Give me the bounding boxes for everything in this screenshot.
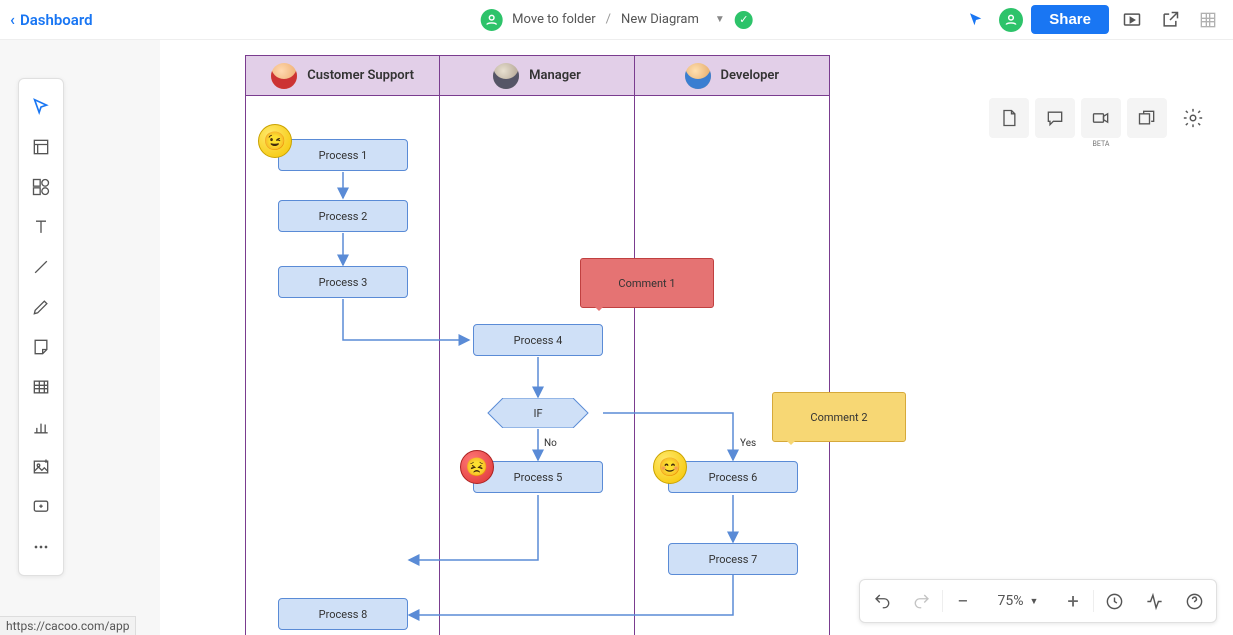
- image-tool[interactable]: [22, 448, 60, 486]
- persona-support-icon: [271, 63, 297, 89]
- decision-if-node[interactable]: IF: [473, 398, 603, 428]
- present-icon[interactable]: [1117, 5, 1147, 35]
- table-tool[interactable]: [22, 368, 60, 406]
- smile-emoji-icon[interactable]: 😊: [653, 450, 687, 484]
- process-4-node[interactable]: Process 4: [473, 324, 603, 356]
- diagram-menu-caret-icon[interactable]: ▼: [715, 14, 725, 25]
- edge-label-yes: Yes: [740, 438, 756, 449]
- dashboard-link[interactable]: ‹ Dashboard: [10, 10, 93, 29]
- process-6-node[interactable]: Process 6: [668, 461, 798, 493]
- current-user-avatar[interactable]: [999, 8, 1023, 32]
- activity-button[interactable]: [1134, 582, 1174, 620]
- comment-tool[interactable]: [22, 488, 60, 526]
- node-label: Process 6: [709, 471, 758, 484]
- zoom-in-button[interactable]: +: [1053, 582, 1093, 620]
- chevron-left-icon: ‹: [10, 10, 15, 29]
- redo-button[interactable]: [902, 582, 942, 620]
- node-label: Process 2: [319, 210, 368, 223]
- right-toolbar: BETA: [989, 98, 1213, 138]
- page-properties-button[interactable]: [989, 98, 1029, 138]
- angry-emoji-icon[interactable]: 😣: [460, 450, 494, 484]
- zoom-level-dropdown[interactable]: 75% ▼: [983, 593, 1053, 609]
- more-tools[interactable]: [22, 528, 60, 566]
- lane-title: Manager: [529, 68, 581, 83]
- node-label: Process 3: [319, 276, 368, 289]
- node-label: Process 1: [319, 149, 368, 162]
- edge-label-no: No: [544, 438, 557, 449]
- lane-header-manager[interactable]: Manager: [440, 56, 634, 95]
- text-tool[interactable]: [22, 208, 60, 246]
- node-label: Process 7: [709, 553, 758, 566]
- node-label: Comment 2: [810, 411, 867, 424]
- caret-down-icon: ▼: [1030, 596, 1039, 607]
- comments-panel-button[interactable]: [1035, 98, 1075, 138]
- settings-button[interactable]: [1173, 98, 1213, 138]
- node-label: IF: [473, 398, 603, 428]
- help-button[interactable]: [1174, 582, 1214, 620]
- node-label: Process 4: [514, 334, 563, 347]
- breadcrumb-separator: /: [606, 12, 611, 27]
- persona-developer-icon: [685, 63, 711, 89]
- lane-header-customer-support[interactable]: Customer Support: [246, 56, 440, 95]
- process-7-node[interactable]: Process 7: [668, 543, 798, 575]
- dashboard-label: Dashboard: [20, 11, 93, 29]
- lane-header-developer[interactable]: Developer: [635, 56, 829, 95]
- process-1-node[interactable]: Process 1: [278, 139, 408, 171]
- node-label: Comment 1: [618, 277, 675, 290]
- zoom-level-label: 75%: [998, 593, 1024, 609]
- chart-tool[interactable]: [22, 408, 60, 446]
- sticky-note-tool[interactable]: [22, 328, 60, 366]
- template-tool[interactable]: [22, 128, 60, 166]
- comment-1-node[interactable]: Comment 1: [580, 258, 714, 308]
- beta-badge: BETA: [1093, 140, 1110, 148]
- undo-button[interactable]: [862, 582, 902, 620]
- frames-panel-button[interactable]: [1127, 98, 1167, 138]
- process-3-node[interactable]: Process 3: [278, 266, 408, 298]
- pen-tool[interactable]: [22, 288, 60, 326]
- live-cursor-icon[interactable]: [961, 5, 991, 35]
- lane-body-manager[interactable]: [440, 96, 634, 635]
- wink-emoji-icon[interactable]: 😉: [258, 124, 292, 158]
- node-label: Process 8: [319, 608, 368, 621]
- video-chat-button[interactable]: BETA: [1081, 98, 1121, 138]
- status-bar-url: https://cacoo.com/app: [0, 616, 136, 635]
- line-tool[interactable]: [22, 248, 60, 286]
- persona-manager-icon: [493, 63, 519, 89]
- shapes-tool[interactable]: [22, 168, 60, 206]
- grid-settings-icon[interactable]: [1193, 5, 1223, 35]
- diagram-canvas[interactable]: BETA Customer Support Manager Developer: [160, 40, 1233, 635]
- export-icon[interactable]: [1155, 5, 1185, 35]
- node-label: Process 5: [514, 471, 563, 484]
- saved-status-icon: ✓: [735, 11, 753, 29]
- bottom-toolbar: − 75% ▼ +: [859, 579, 1217, 623]
- lane-title: Developer: [721, 68, 780, 83]
- diagram-name[interactable]: New Diagram: [621, 12, 699, 27]
- owner-avatar-icon[interactable]: [480, 9, 502, 31]
- breadcrumb: Move to folder / New Diagram ▼ ✓: [480, 9, 753, 31]
- comment-2-node[interactable]: Comment 2: [772, 392, 906, 442]
- lane-body-customer-support[interactable]: [246, 96, 440, 635]
- share-button[interactable]: Share: [1031, 5, 1109, 34]
- left-toolbar: [18, 78, 64, 576]
- process-8-node[interactable]: Process 8: [278, 598, 408, 630]
- process-2-node[interactable]: Process 2: [278, 200, 408, 232]
- history-button[interactable]: [1094, 582, 1134, 620]
- zoom-out-button[interactable]: −: [943, 582, 983, 620]
- move-to-folder-link[interactable]: Move to folder: [512, 12, 596, 27]
- select-tool[interactable]: [22, 88, 60, 126]
- lane-title: Customer Support: [307, 68, 414, 83]
